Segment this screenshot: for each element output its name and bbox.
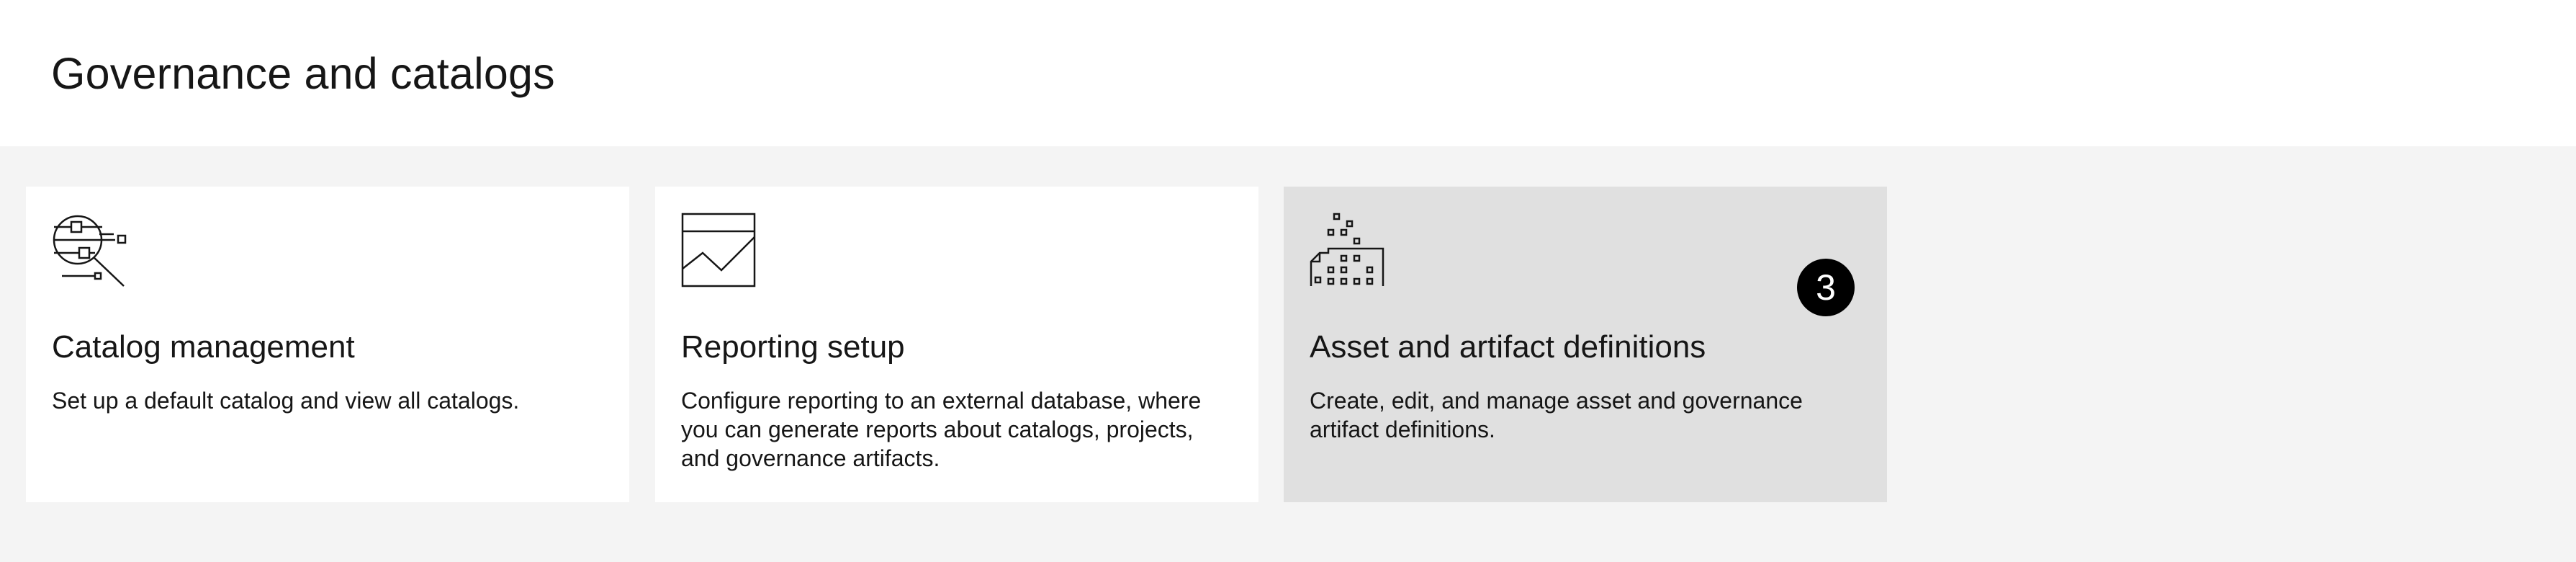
page-header: Governance and catalogs — [0, 0, 2576, 146]
tile-title: Catalog management — [52, 329, 355, 365]
tile-catalog-management[interactable]: Catalog management Set up a default cata… — [26, 187, 629, 502]
report-chart-icon — [681, 213, 756, 287]
tiles-area: Catalog management Set up a default cata… — [0, 146, 2576, 562]
tile-reporting-setup[interactable]: Reporting setup Configure reporting to a… — [655, 187, 1258, 502]
tile-asset-artifact-definitions[interactable]: 3 Asset and artifact definitions Create,… — [1284, 187, 1887, 502]
asset-definitions-icon — [1310, 213, 1384, 286]
page-title: Governance and catalogs — [51, 48, 555, 98]
tile-description: Create, edit, and manage asset and gover… — [1310, 388, 1803, 442]
catalog-search-icon — [53, 215, 127, 287]
tile-title: Reporting setup — [681, 329, 905, 365]
count-badge: 3 — [1797, 259, 1855, 316]
tile-description: Set up a default catalog and view all ca… — [52, 388, 520, 414]
tile-description: Configure reporting to an external datab… — [681, 388, 1202, 471]
tile-title: Asset and artifact definitions — [1310, 329, 1706, 365]
